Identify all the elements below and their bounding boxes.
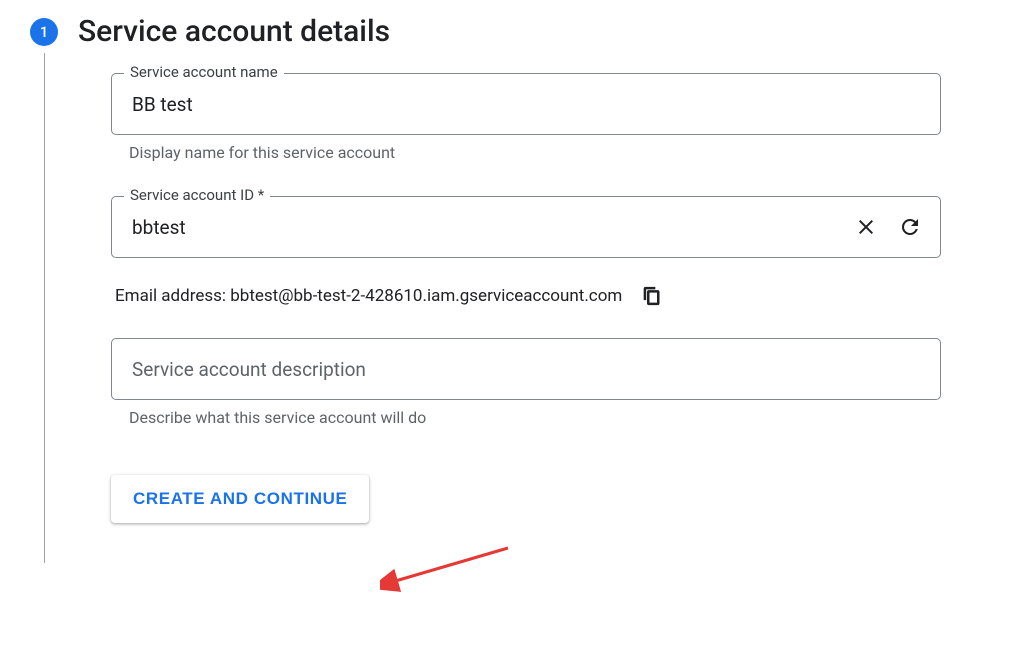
field-name-helper: Display name for this service account <box>129 143 941 162</box>
field-id-box[interactable]: Service account ID * <box>111 196 941 258</box>
clear-icon[interactable] <box>848 209 884 245</box>
service-account-description-input[interactable] <box>130 357 922 382</box>
field-name-box[interactable]: Service account name <box>111 73 941 135</box>
service-account-id-input[interactable] <box>130 215 848 240</box>
service-account-name-input[interactable] <box>130 92 922 117</box>
field-description: Describe what this service account will … <box>111 338 941 427</box>
email-text: Email address: bbtest@bb-test-2-428610.i… <box>115 286 622 306</box>
field-description-box[interactable] <box>111 338 941 400</box>
field-id: Service account ID * <box>111 196 941 258</box>
field-description-helper: Describe what this service account will … <box>129 408 941 427</box>
step-body: Service account name Display name for th… <box>44 53 1004 563</box>
create-and-continue-button[interactable]: CREATE AND CONTINUE <box>111 475 369 523</box>
email-row: Email address: bbtest@bb-test-2-428610.i… <box>115 282 1004 310</box>
step-header: 1 Service account details <box>30 14 1004 49</box>
field-id-label: Service account ID * <box>124 186 270 204</box>
step-number-badge: 1 <box>30 18 58 46</box>
refresh-icon[interactable] <box>892 209 928 245</box>
copy-icon[interactable] <box>638 282 666 310</box>
field-name-label: Service account name <box>124 63 284 81</box>
step-title: Service account details <box>78 14 390 49</box>
field-name: Service account name Display name for th… <box>111 73 941 162</box>
